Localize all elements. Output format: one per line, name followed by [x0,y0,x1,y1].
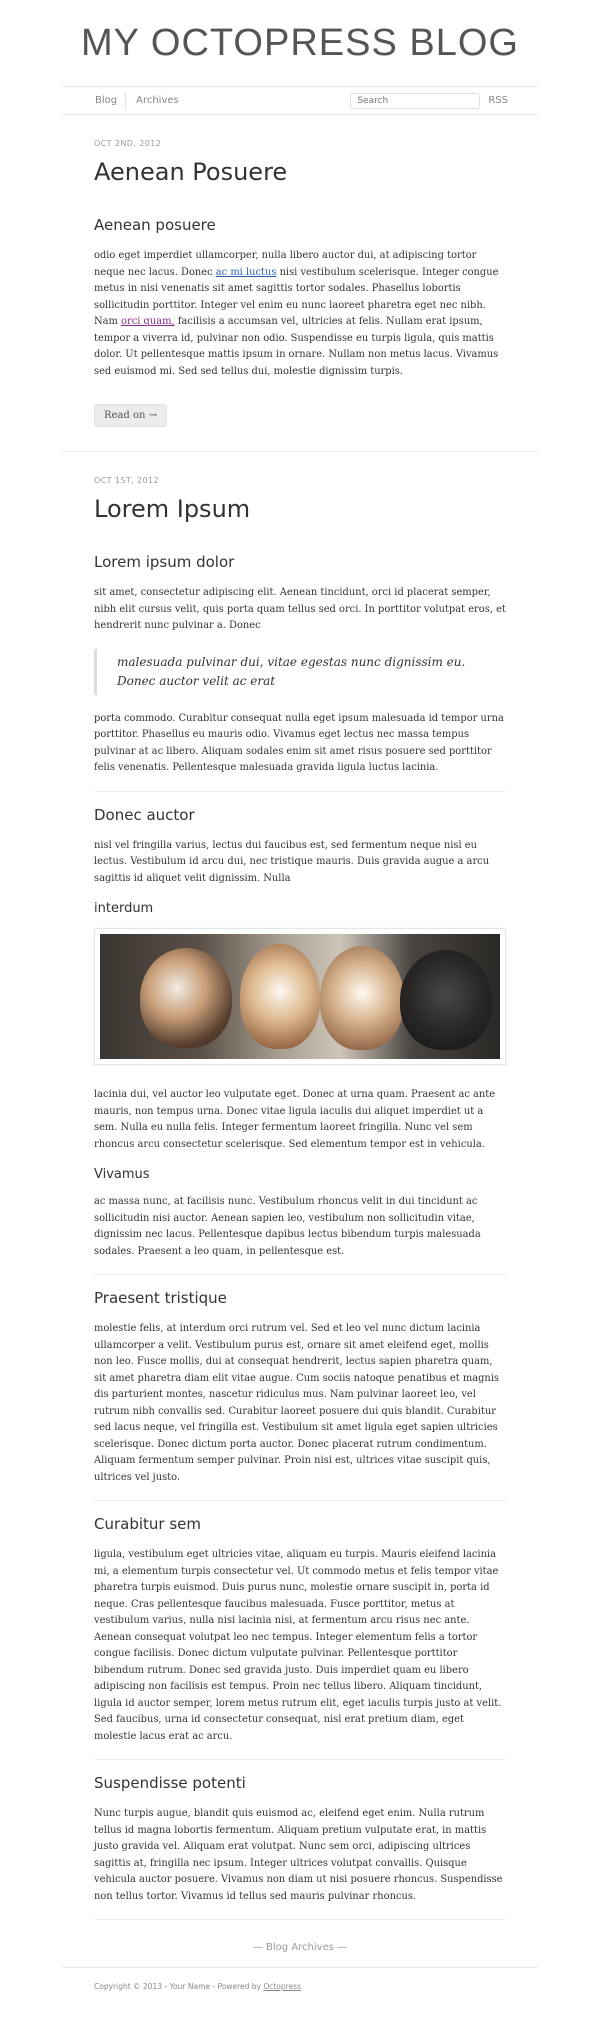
kitten-calico [140,948,232,1048]
post-paragraph: Nunc turpis augue, blandit quis euismod … [94,1808,503,1902]
nav-right: RSS [350,92,538,109]
post-paragraph: porta commodo. Curabitur consequat nulla… [94,712,504,774]
section-heading: Curabitur sem [94,1515,202,1533]
post-paragraph: nisl vel fringilla varius, lectus dui fa… [94,839,490,884]
kittens-image [94,928,506,1065]
section-divider [94,790,506,792]
rss-link[interactable]: RSS [488,95,508,106]
blog-archives-link[interactable]: — Blog Archives — [253,1942,347,1953]
site-header: MY OCTOPRESS BLOG [0,0,600,86]
search-input[interactable] [350,92,481,109]
nav-link-archives[interactable]: Archives [136,95,179,106]
kitten-orange [240,944,320,1049]
post-date: OCT 1ST, 2012 [94,476,160,485]
nav-links: Blog Archives [62,91,179,110]
post-paragraph: sit amet, consectetur adipiscing elit. A… [94,587,506,631]
site-footer: Copyright © 2013 - Your Name - Powered b… [62,1967,538,2005]
main-navigation: Blog Archives RSS [62,86,538,115]
site-title[interactable]: MY OCTOPRESS BLOG [81,22,519,65]
inline-link[interactable]: orci quam, [121,316,175,327]
copyright-text: Copyright © 2013 - Your Name - Powered b… [94,1982,264,1991]
section-heading: Praesent tristique [94,1289,227,1307]
read-on-button[interactable]: Read on → [94,404,168,427]
octopress-link[interactable]: Octopress [263,1982,301,1991]
subsection-heading: Vivamus [94,1167,150,1182]
blog-archives: — Blog Archives — [94,1942,506,1953]
section-divider [94,1500,506,1501]
post-aenean-posuere: OCT 2ND, 2012 Aenean Posuere Aenean posu… [62,115,538,452]
subsection-heading: interdum [94,901,154,916]
nav-divider [125,91,127,110]
section-divider [94,1274,506,1275]
kitten-black [400,950,492,1050]
section-heading: Donec auctor [94,805,195,824]
post-title[interactable]: Lorem Ipsum [94,495,506,523]
post-paragraph: lacinia dui, vel auctor leo vulputate eg… [94,1089,496,1150]
post-title[interactable]: Aenean Posuere [94,158,506,186]
kitten-tabby [320,946,404,1050]
blog-index: OCT 2ND, 2012 Aenean Posuere Aenean posu… [62,115,538,1953]
section-heading: Lorem ipsum dolor [94,553,235,571]
kittens-photo [100,934,500,1059]
nav-link-blog[interactable]: Blog [95,95,117,106]
post-lorem-ipsum: OCT 1ST, 2012 Lorem Ipsum Lorem ipsum do… [94,452,506,1920]
post-paragraph: ligula, vestibulum eget ultricies vitae,… [94,1549,502,1742]
post-paragraph: molestie felis, at interdum orci rutrum … [94,1323,499,1483]
section-heading: Suspendisse potenti [94,1774,246,1792]
section-divider [94,1919,506,1920]
blockquote: malesuada pulvinar dui, vitae egestas nu… [94,648,506,695]
inline-link[interactable]: ac mi luctus [216,267,277,278]
post-paragraph: ac massa nunc, at facilisis nunc. Vestib… [94,1196,481,1257]
post-date: OCT 2ND, 2012 [94,139,162,148]
post-paragraph: odio eget imperdiet ullamcorper, nulla l… [94,248,506,380]
section-divider [94,1759,506,1760]
section-heading: Aenean posuere [94,216,216,234]
